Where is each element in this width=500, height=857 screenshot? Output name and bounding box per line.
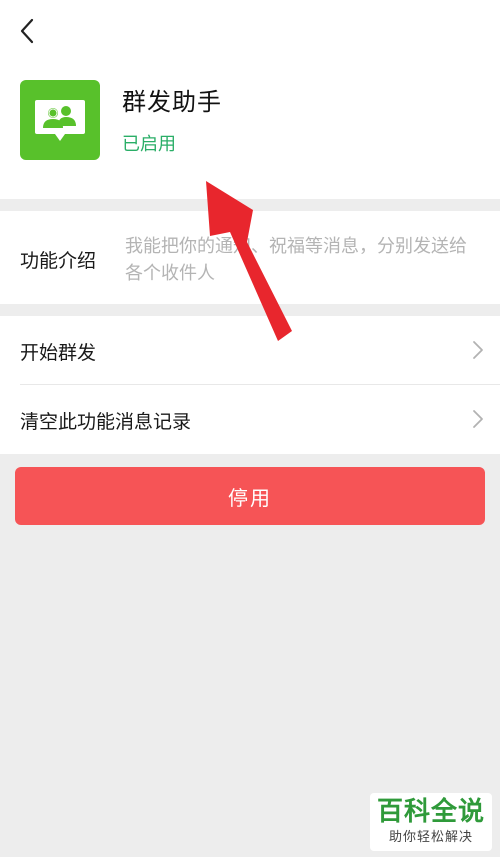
watermark-subtitle: 助你轻松解决 bbox=[388, 830, 473, 845]
intro-text: 我能把你的通知、祝福等消息，分别发送给各个收件人 bbox=[125, 236, 467, 284]
back-button[interactable] bbox=[12, 14, 42, 48]
watermark-title: 百科全说 bbox=[376, 797, 485, 827]
menu-section: 开始群发 清空此功能消息记录 bbox=[0, 316, 500, 454]
start-broadcast-label: 开始群发 bbox=[20, 342, 97, 364]
app-name: 群发助手 bbox=[122, 88, 222, 116]
app-status: 已启用 bbox=[122, 134, 176, 155]
group-message-icon bbox=[20, 80, 100, 160]
start-broadcast-item[interactable]: 开始群发 bbox=[0, 316, 500, 384]
chevron-left-icon bbox=[20, 18, 34, 44]
app-header: 群发助手 已启用 bbox=[0, 0, 500, 199]
chevron-right-icon bbox=[473, 410, 483, 428]
chevron-right-icon bbox=[473, 341, 483, 359]
clear-history-item[interactable]: 清空此功能消息记录 bbox=[0, 385, 500, 453]
disable-button[interactable]: 停用 bbox=[15, 467, 485, 525]
watermark-logo: 百科全说 助你轻松解决 bbox=[370, 793, 492, 851]
menu-divider bbox=[20, 384, 500, 385]
intro-label: 功能介绍 bbox=[20, 250, 97, 272]
clear-history-label: 清空此功能消息记录 bbox=[20, 411, 192, 433]
